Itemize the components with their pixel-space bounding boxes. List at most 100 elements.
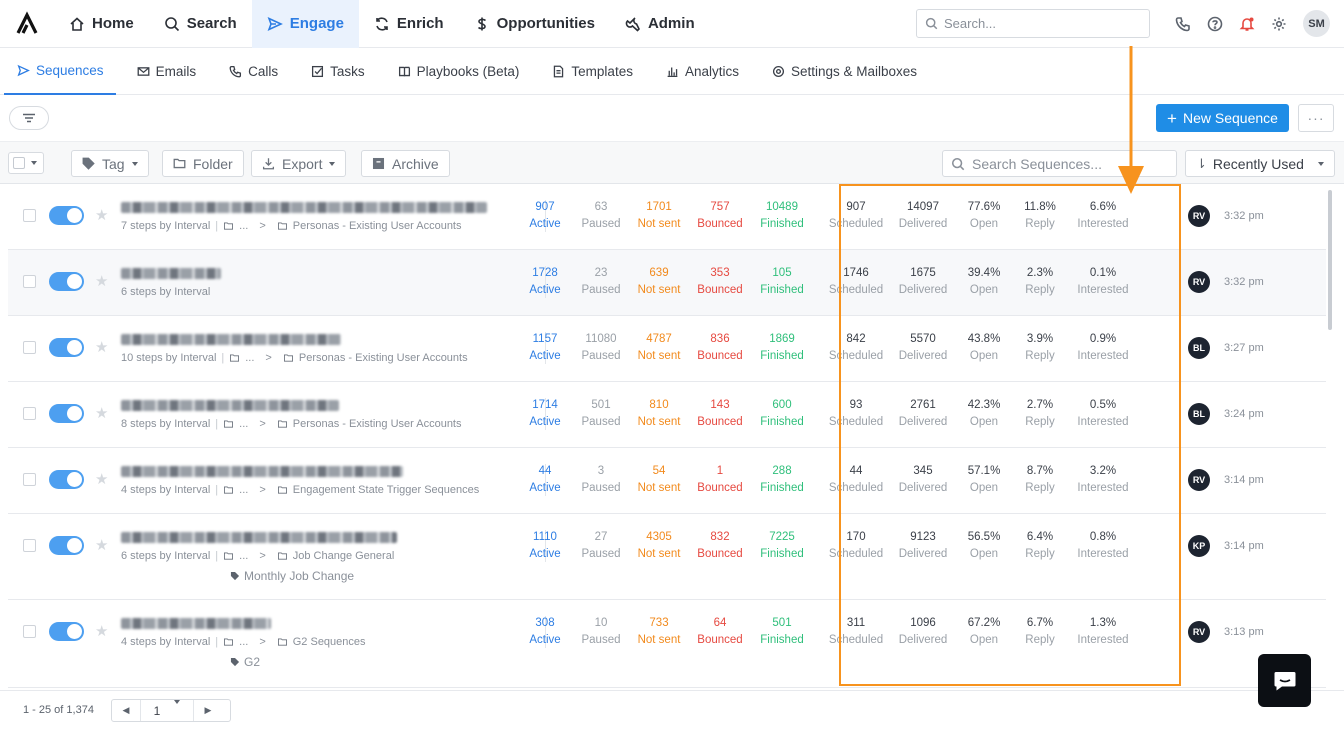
star-icon[interactable]: ★ xyxy=(95,622,108,640)
stat-not-sent[interactable]: 54 Not sent xyxy=(629,463,689,497)
folder-ellipsis[interactable]: ... xyxy=(245,352,254,364)
sequence-active-toggle[interactable] xyxy=(49,536,84,555)
star-icon[interactable]: ★ xyxy=(95,536,108,554)
phone-icon[interactable] xyxy=(1175,16,1191,32)
sequence-folder[interactable]: Personas - Existing User Accounts xyxy=(299,352,468,364)
stat-paused[interactable]: 10 Paused xyxy=(571,615,631,649)
stat-open[interactable]: 39.4% Open xyxy=(954,265,1014,299)
scrollbar-thumb[interactable] xyxy=(1328,190,1332,330)
stat-paused[interactable]: 3 Paused xyxy=(571,463,631,497)
stat-paused[interactable]: 11080 Paused xyxy=(571,331,631,365)
sequence-name-redacted[interactable] xyxy=(121,618,271,629)
next-page-icon[interactable]: ▶ xyxy=(194,700,222,721)
sequence-active-toggle[interactable] xyxy=(49,272,84,291)
stat-interested[interactable]: 6.6% Interested xyxy=(1073,199,1133,233)
tab-playbooks[interactable]: Playbooks (Beta) xyxy=(385,48,532,95)
stat-finished[interactable]: 501 Finished xyxy=(752,615,812,649)
stat-not-sent[interactable]: 639 Not sent xyxy=(629,265,689,299)
owner-avatar[interactable]: RV xyxy=(1188,271,1210,293)
sort-dropdown[interactable]: ⇂ Recently Used xyxy=(1185,150,1335,177)
owner-avatar[interactable]: RV xyxy=(1188,469,1210,491)
sequence-tag[interactable]: Monthly Job Change xyxy=(230,569,354,583)
stat-delivered[interactable]: 2761 Delivered xyxy=(893,397,953,431)
chat-widget-button[interactable] xyxy=(1258,654,1311,707)
bell-alert-icon[interactable] xyxy=(1239,16,1255,32)
sequence-active-toggle[interactable] xyxy=(49,404,84,423)
stat-active[interactable]: 44 Active xyxy=(515,463,575,497)
global-search-input[interactable]: Search... xyxy=(916,9,1150,38)
help-icon[interactable] xyxy=(1207,16,1223,32)
owner-avatar[interactable]: BL xyxy=(1188,337,1210,359)
stat-interested[interactable]: 1.3% Interested xyxy=(1073,615,1133,649)
stat-scheduled[interactable]: 842 Scheduled xyxy=(826,331,886,365)
tab-emails[interactable]: Emails xyxy=(124,48,209,95)
nav-admin[interactable]: Admin xyxy=(610,0,710,48)
sequence-row[interactable]: ★ 4 steps by Interval |... > G2 Sequences G2 3… xyxy=(8,600,1326,688)
sequence-name-redacted[interactable] xyxy=(121,334,341,345)
stat-reply[interactable]: 11.8% Reply xyxy=(1010,199,1070,233)
stat-finished[interactable]: 600 Finished xyxy=(752,397,812,431)
row-checkbox[interactable] xyxy=(23,341,36,354)
stat-active[interactable]: 1110 Active xyxy=(515,529,575,563)
sequence-folder[interactable]: Engagement State Trigger Sequences xyxy=(293,484,480,496)
sequence-name-redacted[interactable] xyxy=(121,400,339,411)
stat-interested[interactable]: 3.2% Interested xyxy=(1073,463,1133,497)
stat-interested[interactable]: 0.5% Interested xyxy=(1073,397,1133,431)
folder-ellipsis[interactable]: ... xyxy=(239,550,248,562)
stat-bounced[interactable]: 1 Bounced xyxy=(690,463,750,497)
tab-calls[interactable]: Calls xyxy=(216,48,290,95)
stat-reply[interactable]: 2.7% Reply xyxy=(1010,397,1070,431)
apollo-logo-icon[interactable] xyxy=(12,9,42,39)
owner-avatar[interactable]: BL xyxy=(1188,403,1210,425)
nav-enrich[interactable]: Enrich xyxy=(359,0,459,48)
sequence-active-toggle[interactable] xyxy=(49,622,84,641)
stat-bounced[interactable]: 757 Bounced xyxy=(690,199,750,233)
stat-scheduled[interactable]: 907 Scheduled xyxy=(826,199,886,233)
stat-scheduled[interactable]: 311 Scheduled xyxy=(826,615,886,649)
stat-bounced[interactable]: 353 Bounced xyxy=(690,265,750,299)
stat-finished[interactable]: 10489 Finished xyxy=(752,199,812,233)
stat-open[interactable]: 43.8% Open xyxy=(954,331,1014,365)
stat-open[interactable]: 42.3% Open xyxy=(954,397,1014,431)
stat-scheduled[interactable]: 1746 Scheduled xyxy=(826,265,886,299)
stat-paused[interactable]: 27 Paused xyxy=(571,529,631,563)
export-button[interactable]: Export xyxy=(251,150,347,177)
sequence-row[interactable]: ★ 4 steps by Interval |... > Engagement Stat… xyxy=(8,448,1326,514)
stat-paused[interactable]: 63 Paused xyxy=(571,199,631,233)
stat-finished[interactable]: 1869 Finished xyxy=(752,331,812,365)
tab-templates[interactable]: Templates xyxy=(539,48,645,95)
stat-not-sent[interactable]: 4787 Not sent xyxy=(629,331,689,365)
sequence-active-toggle[interactable] xyxy=(49,206,84,225)
sequence-folder[interactable]: G2 Sequences xyxy=(293,636,366,648)
nav-home[interactable]: Home xyxy=(54,0,149,48)
stat-finished[interactable]: 288 Finished xyxy=(752,463,812,497)
stat-active[interactable]: 1728 Active xyxy=(515,265,575,299)
sequence-name-redacted[interactable] xyxy=(121,268,221,279)
new-sequence-button[interactable]: + New Sequence xyxy=(1156,104,1289,132)
select-all-checkbox[interactable] xyxy=(8,152,44,174)
tab-analytics[interactable]: Analytics xyxy=(653,48,751,95)
stat-reply[interactable]: 8.7% Reply xyxy=(1010,463,1070,497)
row-checkbox[interactable] xyxy=(23,275,36,288)
stat-bounced[interactable]: 143 Bounced xyxy=(690,397,750,431)
nav-search[interactable]: Search xyxy=(149,0,252,48)
stat-paused[interactable]: 501 Paused xyxy=(571,397,631,431)
sequence-name-redacted[interactable] xyxy=(121,466,403,477)
nav-engage[interactable]: Engage xyxy=(251,0,359,48)
stat-reply[interactable]: 6.7% Reply xyxy=(1010,615,1070,649)
user-avatar[interactable]: SM xyxy=(1303,10,1330,37)
nav-opportunities[interactable]: Opportunities xyxy=(459,0,610,48)
folder-ellipsis[interactable]: ... xyxy=(239,220,248,232)
stat-scheduled[interactable]: 44 Scheduled xyxy=(826,463,886,497)
star-icon[interactable]: ★ xyxy=(95,470,108,488)
stat-delivered[interactable]: 1675 Delivered xyxy=(893,265,953,299)
stat-scheduled[interactable]: 170 Scheduled xyxy=(826,529,886,563)
sequence-row[interactable]: ★ 8 steps by Interval |... > Personas - Exis… xyxy=(8,382,1326,448)
sequence-row[interactable]: ★ 10 steps by Interval |... > Personas - Exi… xyxy=(8,316,1326,382)
sequence-name-redacted[interactable] xyxy=(121,202,487,213)
stat-not-sent[interactable]: 733 Not sent xyxy=(629,615,689,649)
stat-active[interactable]: 308 Active xyxy=(515,615,575,649)
stat-bounced[interactable]: 64 Bounced xyxy=(690,615,750,649)
stat-reply[interactable]: 3.9% Reply xyxy=(1010,331,1070,365)
star-icon[interactable]: ★ xyxy=(95,206,108,224)
